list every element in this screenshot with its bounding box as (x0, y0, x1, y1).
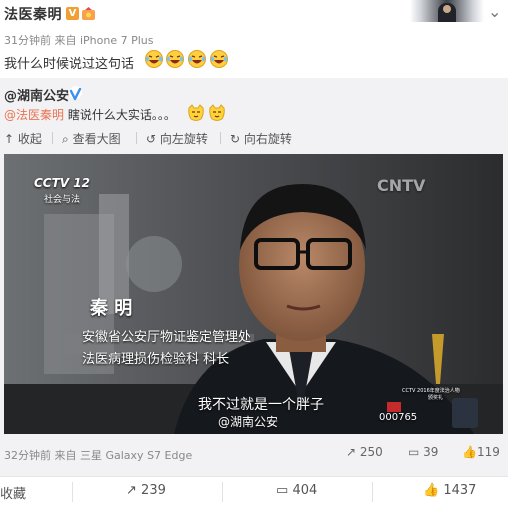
smug-cat-emoji (208, 104, 226, 122)
post-text: 我什么时候说过这句话 (4, 57, 135, 72)
comment-icon: ▭ (276, 483, 289, 498)
rotate-right-button[interactable]: ↻ 向右旋转 (230, 130, 292, 147)
share-icon: ↗ (126, 483, 137, 498)
comment-button[interactable]: ▭ 404 (276, 483, 317, 498)
video-subtitle-handle: @湖南公安 (218, 415, 279, 429)
header-decoration-image (410, 0, 484, 22)
channel-logo: CCTV 12 (34, 176, 90, 190)
repost-share-stat[interactable]: ↗ 250 (346, 445, 383, 459)
view-large-button[interactable]: ⌕ 查看大图 (62, 130, 121, 147)
rotate-left-label: 向左旋转 (159, 132, 208, 146)
repost-text: @法医秦明 瞎说什么大实话。。。 (4, 106, 176, 123)
trophy-subtext: 颁奖礼 (428, 395, 444, 401)
post-meta: 31分钟前 来自 iPhone 7 Plus (4, 34, 154, 47)
collapse-label: 收起 (17, 132, 42, 146)
police-badge-number: 000765 (379, 412, 418, 423)
repost-author-name[interactable]: @湖南公安 (4, 85, 69, 104)
rotate-left-button[interactable]: ↺ 向左旋转 (146, 130, 208, 147)
rotate-right-icon: ↻ (230, 132, 241, 146)
repost-like-stat[interactable]: 👍119 (462, 445, 500, 459)
trophy-text: CCTV 2016年度法治人物 (402, 388, 460, 394)
action-bar-divider (0, 476, 508, 477)
magnifier-icon: ⌕ (62, 132, 69, 146)
repost-comment-stat[interactable]: ▭ 39 (408, 445, 438, 459)
thumbs-up-icon: 👍 (462, 445, 477, 459)
channel-subtitle: 社会与法 (44, 195, 81, 205)
video-screenshot-image[interactable]: CCTV 12 社会与法 CNTV 秦 明 安徽省公安厅物证鉴定管理处 法医病理… (4, 154, 503, 434)
comment-count: 39 (423, 445, 439, 459)
like-count: 1437 (443, 483, 477, 498)
verified-blue-icon (69, 86, 82, 101)
action-separator (222, 482, 223, 502)
collapse-button[interactable]: ↑ 收起 (4, 130, 42, 147)
caption-title-1: 安徽省公安厅物证鉴定管理处 (82, 330, 252, 345)
chevron-down-icon[interactable]: ⌄ (488, 2, 501, 21)
share-button[interactable]: ↗ 239 (126, 483, 166, 498)
laugh-cry-emoji (145, 50, 163, 68)
caption-title-2: 法医病理损伤检验科 科长 (82, 352, 230, 367)
caption-name: 秦 明 (90, 298, 133, 319)
share-count: 239 (141, 483, 166, 498)
smug-cat-emoji (187, 104, 205, 122)
laugh-cry-emoji (188, 50, 206, 68)
comment-count: 404 (292, 483, 318, 498)
favorite-label: 收藏 (0, 487, 27, 502)
verified-badge-icon: V (66, 7, 79, 20)
comment-icon: ▭ (408, 445, 420, 459)
post-author-name[interactable]: 法医秦明 (4, 4, 62, 24)
laugh-cry-emoji (210, 50, 228, 68)
level-badge-icon (81, 6, 96, 20)
repost-text-body: 瞎说什么大实话。。。 (64, 108, 176, 122)
video-subtitle: 我不过就是一个胖子 (198, 397, 324, 413)
image-toolbar: ↑ 收起 ⌕ 查看大图 ↺ 向左旋转 ↻ 向右旋转 (4, 130, 304, 146)
rotate-left-icon: ↺ (146, 132, 157, 146)
like-button[interactable]: 👍 1437 (423, 483, 476, 498)
mention-link[interactable]: @法医秦明 (4, 108, 64, 122)
thumbs-up-icon: 👍 (423, 483, 440, 498)
favorite-button[interactable]: 收藏 (0, 483, 26, 502)
action-separator (72, 482, 73, 502)
view-large-label: 查看大图 (72, 132, 121, 146)
laugh-cry-emoji (166, 50, 184, 68)
rotate-right-label: 向右旋转 (243, 132, 292, 146)
repost-meta: 32分钟前 来自 三星 Galaxy S7 Edge (4, 449, 193, 462)
share-count: 250 (359, 445, 383, 459)
action-separator (372, 482, 373, 502)
cntv-watermark: CNTV (377, 176, 426, 195)
like-count: 119 (476, 445, 500, 459)
share-icon: ↗ (346, 445, 357, 459)
